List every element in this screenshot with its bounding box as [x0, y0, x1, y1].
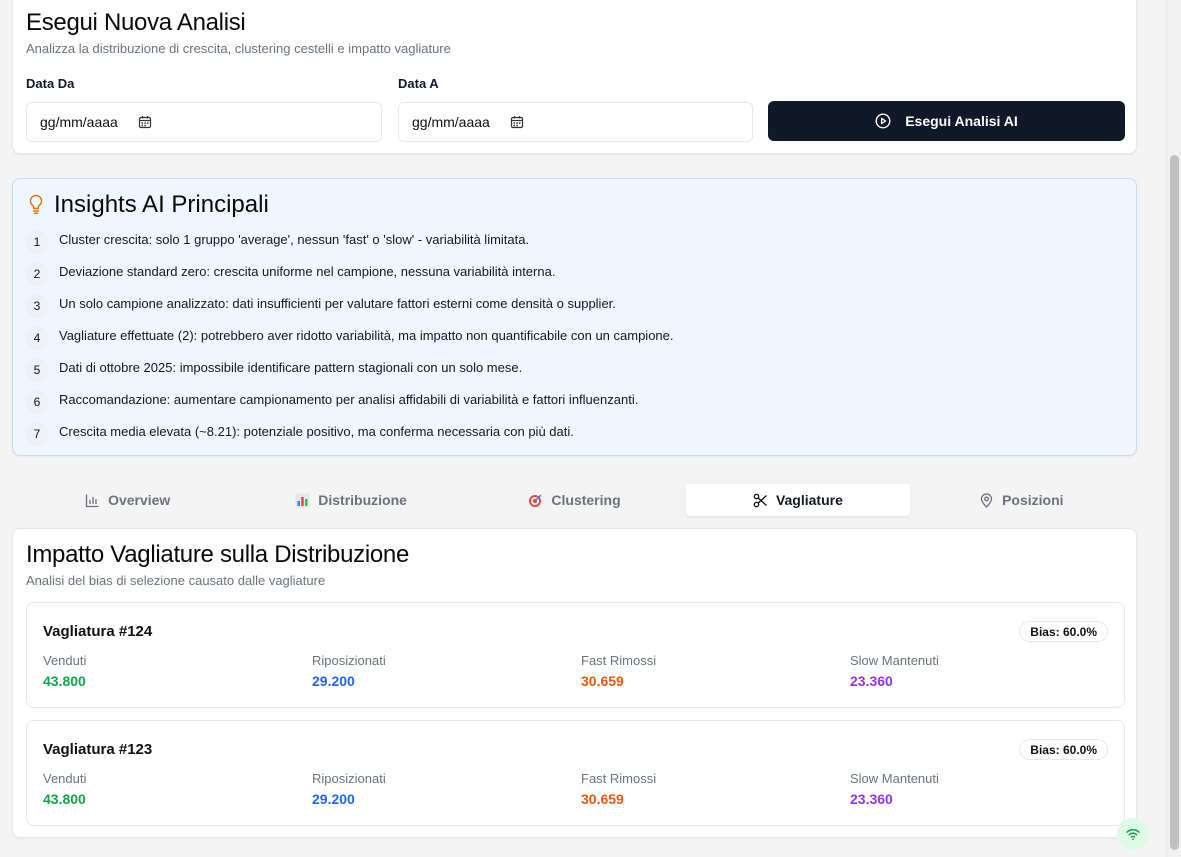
insight-number: 1: [25, 230, 49, 254]
metric-slow-mantenuti: Slow Mantenuti 23.360: [850, 771, 939, 807]
metric-riposizionati: Riposizionati 29.200: [312, 771, 386, 807]
data-a-label: Data A: [398, 76, 439, 91]
analysis-title: Esegui Nuova Analisi: [26, 9, 246, 36]
bar-chart-icon: [85, 493, 100, 508]
insight-number: 6: [25, 390, 49, 414]
analysis-tabs: Overview Distribuzione Clustering Vaglia…: [12, 480, 1137, 520]
insight-item: 3 Un solo campione analizzato: dati insu…: [25, 291, 616, 318]
insight-number: 4: [25, 326, 49, 350]
data-a-input[interactable]: gg/mm/aaaa: [398, 102, 753, 142]
vagliatura-title: Vagliatura #123: [43, 741, 153, 758]
metric-fast-rimossi: Fast Rimossi 30.659: [581, 771, 656, 807]
page: Esegui Nuova Analisi Analizza la distrib…: [0, 0, 1166, 857]
tab-clustering[interactable]: Clustering: [463, 484, 686, 516]
lightbulb-icon: [27, 193, 45, 215]
insight-text: Crescita media elevata (~8.21): potenzia…: [59, 423, 574, 439]
metric-value: 43.800: [43, 673, 86, 689]
bias-badge: Bias: 60.0%: [1019, 621, 1108, 642]
metric-label: Fast Rimossi: [581, 771, 657, 786]
insight-item: 5 Dati di ottobre 2025: impossibile iden…: [25, 355, 523, 382]
vagliatura-title: Vagliatura #124: [43, 623, 153, 640]
insights-card: Insights AI Principali 1 Cluster crescit…: [12, 178, 1137, 456]
insights-title: Insights AI Principali: [54, 191, 269, 218]
insight-text: Deviazione standard zero: crescita unifo…: [59, 263, 556, 279]
tab-label: Posizioni: [1002, 492, 1064, 508]
insight-text: Un solo campione analizzato: dati insuff…: [59, 295, 616, 311]
insight-text: Vagliature effettuate (2): potrebbero av…: [59, 327, 674, 343]
vagliature-subtitle: Analisi del bias di selezione causato da…: [26, 573, 326, 588]
tab-distribuzione[interactable]: Distribuzione: [239, 484, 462, 516]
metric-value: 30.659: [581, 673, 624, 689]
metric-label: Riposizionati: [312, 771, 386, 786]
run-analysis-button[interactable]: Esegui Analisi AI: [768, 101, 1125, 141]
vagliatura-item: Vagliatura #124 Bias: 60.0% Venduti 43.8…: [26, 602, 1125, 708]
insight-item: 7 Crescita media elevata (~8.21): potenz…: [25, 419, 574, 446]
insight-item: 6 Raccomandazione: aumentare campionamen…: [25, 387, 639, 414]
calendar-icon[interactable]: [510, 115, 524, 129]
metric-label: Venduti: [43, 653, 87, 668]
insight-text: Dati di ottobre 2025: impossibile identi…: [59, 359, 523, 375]
metric-venduti: Venduti 43.800: [43, 653, 86, 689]
scissors-icon: [753, 493, 768, 508]
insight-item: 2 Deviazione standard zero: crescita uni…: [25, 259, 556, 286]
vagliature-card: Impatto Vagliature sulla Distribuzione A…: [12, 528, 1137, 838]
metric-value: 29.200: [312, 791, 355, 807]
insight-item: 1 Cluster crescita: solo 1 gruppo 'avera…: [25, 227, 530, 254]
scrollbar-thumb[interactable]: [1170, 155, 1179, 850]
tab-posizioni[interactable]: Posizioni: [910, 484, 1133, 516]
wifi-icon: [1125, 826, 1141, 842]
analysis-card: Esegui Nuova Analisi Analizza la distrib…: [12, 0, 1137, 154]
map-pin-icon: [979, 492, 994, 508]
metric-label: Riposizionati: [312, 653, 386, 668]
run-analysis-label: Esegui Analisi AI: [905, 113, 1018, 129]
calendar-icon[interactable]: [138, 115, 152, 129]
tab-label: Vagliature: [775, 492, 843, 508]
data-da-placeholder: gg/mm/aaaa: [40, 114, 118, 130]
metric-value: 23.360: [850, 673, 893, 689]
metric-value: 43.800: [43, 791, 86, 807]
analysis-subtitle: Analizza la distribuzione di crescita, c…: [26, 41, 451, 56]
metric-fast-rimossi: Fast Rimossi 30.659: [581, 653, 656, 689]
data-da-input[interactable]: gg/mm/aaaa: [26, 102, 382, 142]
play-circle-icon: [875, 113, 891, 129]
wifi-status-button[interactable]: [1117, 818, 1149, 850]
metric-venduti: Venduti 43.800: [43, 771, 86, 807]
vertical-scrollbar[interactable]: [1166, 0, 1181, 857]
metric-label: Venduti: [43, 771, 87, 786]
tab-label: Distribuzione: [318, 492, 407, 508]
insight-number: 2: [25, 262, 49, 286]
bias-badge: Bias: 60.0%: [1019, 739, 1108, 760]
tab-vagliature[interactable]: Vagliature: [686, 484, 910, 516]
vagliature-title: Impatto Vagliature sulla Distribuzione: [26, 541, 410, 568]
tab-label: Clustering: [551, 492, 621, 508]
metric-riposizionati: Riposizionati 29.200: [312, 653, 386, 689]
metric-value: 30.659: [581, 791, 624, 807]
insight-text: Raccomandazione: aumentare campionamento…: [59, 391, 639, 407]
metric-label: Slow Mantenuti: [850, 771, 939, 786]
insight-number: 7: [25, 422, 49, 446]
insight-number: 3: [25, 294, 49, 318]
metric-value: 29.200: [312, 673, 355, 689]
target-icon: [528, 493, 543, 508]
insight-item: 4 Vagliature effettuate (2): potrebbero …: [25, 323, 674, 350]
tab-overview[interactable]: Overview: [16, 484, 239, 516]
metric-value: 23.360: [850, 791, 893, 807]
chart-emoji-icon: [295, 493, 310, 508]
tab-label: Overview: [108, 492, 171, 508]
insight-number: 5: [25, 358, 49, 382]
metric-slow-mantenuti: Slow Mantenuti 23.360: [850, 653, 939, 689]
data-da-label: Data Da: [26, 76, 75, 91]
metric-label: Fast Rimossi: [581, 653, 657, 668]
data-a-placeholder: gg/mm/aaaa: [412, 114, 490, 130]
metric-label: Slow Mantenuti: [850, 653, 939, 668]
insight-text: Cluster crescita: solo 1 gruppo 'average…: [59, 231, 530, 247]
vagliatura-item: Vagliatura #123 Bias: 60.0% Venduti 43.8…: [26, 720, 1125, 826]
